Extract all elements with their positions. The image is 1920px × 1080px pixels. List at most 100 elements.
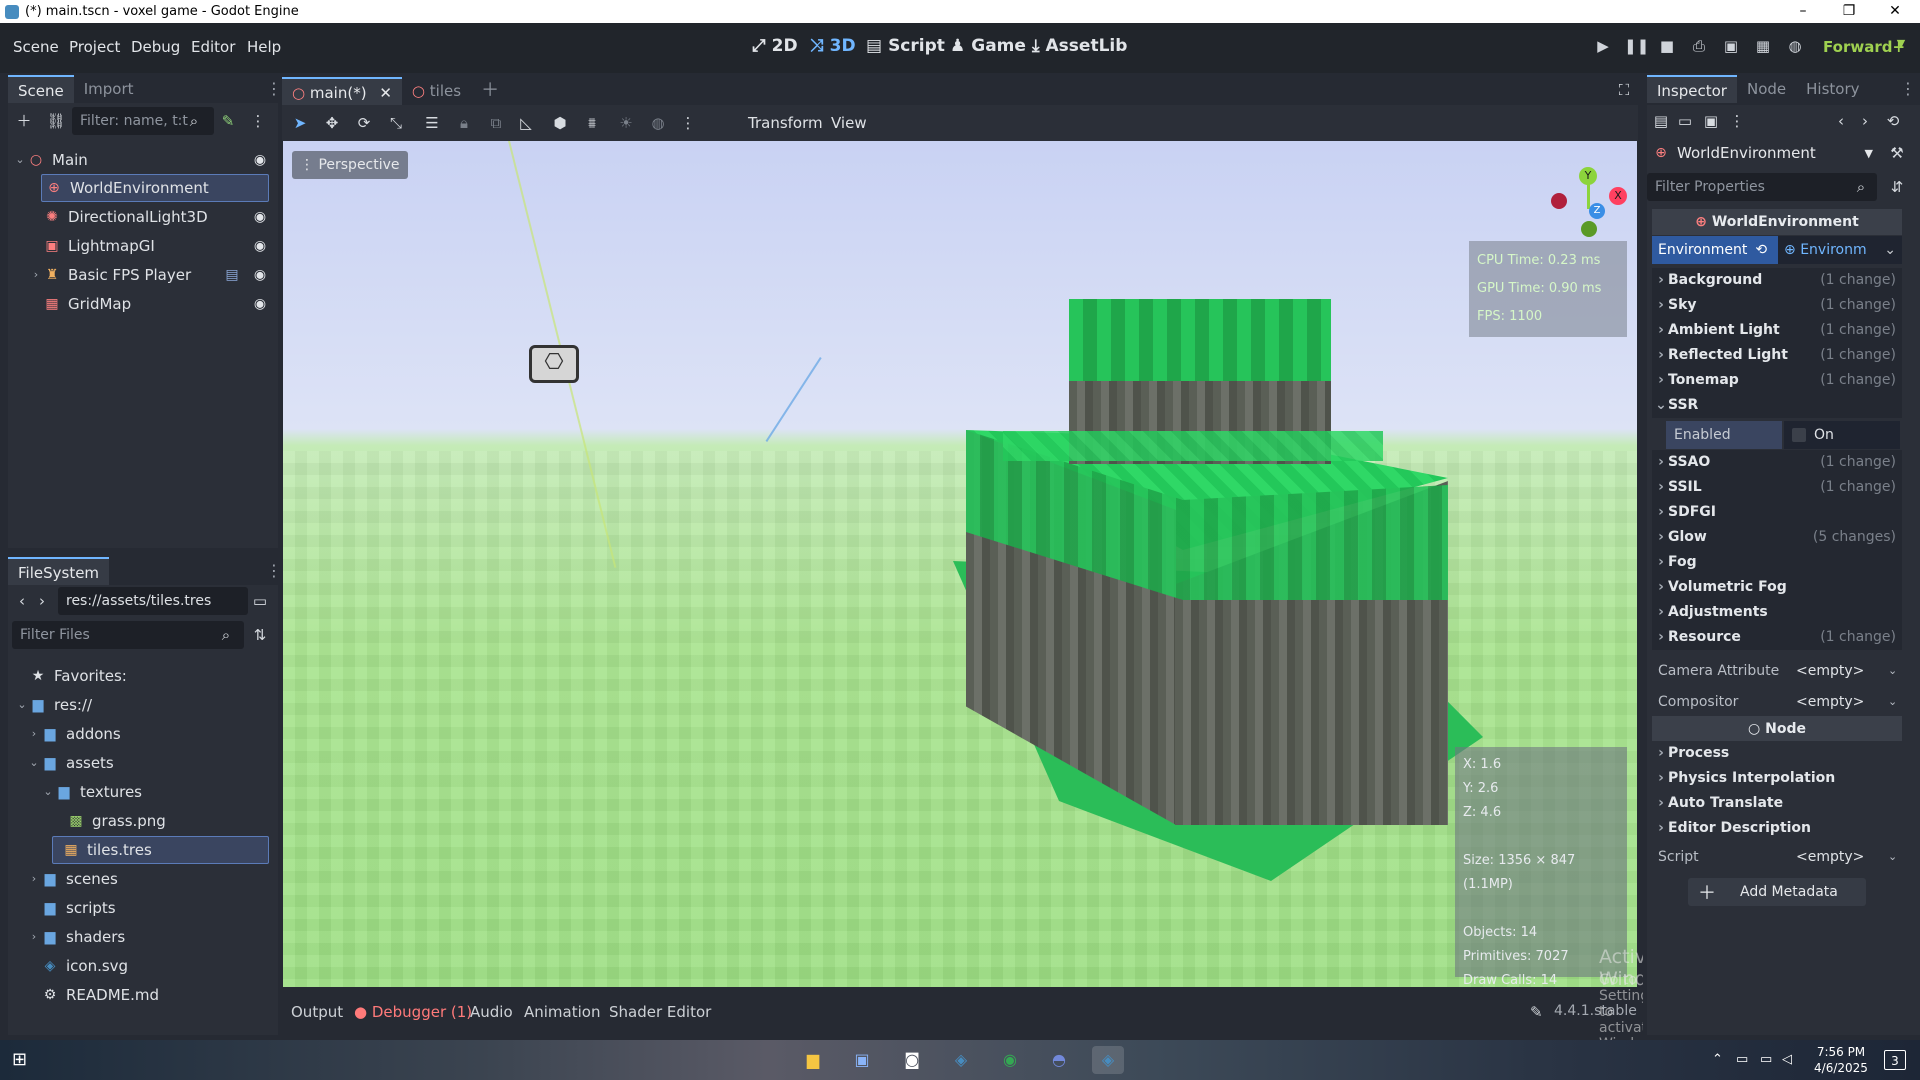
tab-node[interactable]: Node	[1737, 75, 1796, 103]
category-editor-description[interactable]: › Editor Description	[1652, 816, 1902, 841]
chevron-down-icon[interactable]: ⌄	[40, 778, 56, 806]
add-tab-icon[interactable]: ＋	[471, 77, 509, 105]
category-ssr[interactable]: ⌄SSR	[1652, 393, 1902, 418]
tab-filesystem[interactable]: FileSystem	[8, 557, 110, 585]
maximize-button[interactable]: ❐	[1826, 0, 1872, 23]
workspace-game-button[interactable]: ♟ Game	[950, 36, 1026, 56]
menu-scene[interactable]: Scene	[13, 38, 59, 56]
category-auto-translate[interactable]: › Auto Translate	[1652, 791, 1902, 816]
list-select-icon[interactable]: ☰	[422, 113, 442, 133]
chevron-right-icon[interactable]: ›	[28, 261, 44, 289]
chevron-right-icon[interactable]: ›	[26, 923, 42, 951]
category-adjustments[interactable]: › Adjustments	[1652, 600, 1902, 625]
close-tab-icon[interactable]: ✕	[379, 84, 392, 102]
transform-menu[interactable]: Transform	[748, 114, 823, 132]
stop-icon[interactable]: ■	[1656, 37, 1678, 59]
chevron-down-icon[interactable]: ⌄	[12, 146, 28, 174]
kebab-menu-icon[interactable]: ⋮	[266, 81, 282, 97]
sun-preview-icon[interactable]: ☀	[616, 113, 636, 133]
filter-properties-input[interactable]: Filter Properties	[1647, 173, 1877, 201]
link-icon[interactable]: ⛓	[46, 111, 66, 131]
ruler-icon[interactable]: ◺	[516, 113, 536, 133]
perspective-menu-button[interactable]: ⋮ Perspective	[292, 151, 408, 179]
tab-inspector[interactable]: Inspector	[1647, 75, 1737, 103]
tray-display-icon[interactable]: ▭	[1760, 1052, 1772, 1067]
category-volumetric-fog[interactable]: › Volumetric Fog	[1652, 575, 1902, 600]
fs-assets[interactable]: ⌄ ▆ assets	[26, 749, 113, 777]
kebab-menu-icon[interactable]: ⋮	[678, 113, 698, 133]
fs-shaders[interactable]: › ▆ shaders	[26, 923, 125, 951]
tray-volume-icon[interactable]: ◁	[1782, 1052, 1792, 1067]
ssr-enabled-checkbox[interactable]: On	[1784, 421, 1900, 449]
category-ssao[interactable]: › SSAO (1 change)	[1652, 450, 1902, 475]
chevron-right-icon[interactable]: ›	[26, 720, 42, 748]
file-explorer-icon[interactable]: ▆	[797, 1046, 829, 1074]
environment-preview-icon[interactable]: ◍	[648, 113, 668, 133]
tools-icon[interactable]: ⚒	[1887, 143, 1907, 163]
tree-item-gridmap[interactable]: ▦ GridMap	[44, 290, 264, 318]
filter-files-input[interactable]: Filter Files	[12, 621, 244, 649]
add-node-icon[interactable]: ＋	[14, 111, 34, 131]
category-sky[interactable]: › Sky (1 change)	[1652, 293, 1902, 318]
revert-icon[interactable]: ⟲	[1755, 242, 1767, 258]
shader-editor-tab[interactable]: Shader Editor	[609, 1003, 711, 1021]
tree-item-main[interactable]: ⌄ ○ Main	[12, 146, 274, 174]
kebab-menu-icon[interactable]: ⋮	[1727, 111, 1747, 131]
gizmo-y-handle[interactable]: Y	[1579, 167, 1597, 185]
visibility-eye-icon[interactable]: ◉	[252, 238, 268, 254]
tab-history[interactable]: History	[1796, 75, 1869, 103]
tab-import[interactable]: Import	[74, 75, 144, 103]
history-forward-icon[interactable]: ›	[1855, 111, 1875, 131]
tab-scene[interactable]: Scene	[8, 75, 74, 103]
close-window-button[interactable]: ✕	[1872, 0, 1918, 23]
select-tool-icon[interactable]: ➤	[290, 113, 310, 133]
environment-resource-picker[interactable]: ⊕ Environm ⌄	[1778, 236, 1902, 264]
chevron-down-icon[interactable]: ▼	[1890, 37, 1912, 59]
category-tonemap[interactable]: › Tonemap (1 change)	[1652, 368, 1902, 393]
split-view-icon[interactable]: ▭	[250, 591, 270, 611]
menu-debug[interactable]: Debug	[131, 38, 180, 56]
play-icon[interactable]: ▶	[1592, 37, 1614, 59]
tray-chevron-up-icon[interactable]: ⌃	[1712, 1052, 1723, 1067]
fs-textures[interactable]: ⌄ ▆ textures	[40, 778, 142, 806]
move-tool-icon[interactable]: ✥	[322, 113, 342, 133]
tree-item-fps-player[interactable]: › ♜ Basic FPS Player	[28, 261, 228, 289]
discord-icon[interactable]: ◓	[1043, 1046, 1075, 1074]
snap-icon[interactable]: ⩩	[582, 113, 602, 133]
rotate-tool-icon[interactable]: ⟳	[354, 113, 374, 133]
audio-tab[interactable]: Audio	[470, 1003, 513, 1021]
workspace-3d-button[interactable]: ⤨ 3D	[810, 36, 856, 56]
fs-res-root[interactable]: ⌄ ▆ res://	[14, 691, 92, 719]
category-reflected-light[interactable]: › Reflected Light (1 change)	[1652, 343, 1902, 368]
script-attached-icon[interactable]: ▤	[224, 267, 240, 283]
3d-viewport[interactable]: ⎔ ⋮ Perspective Y X Z CPU Time: 0.23 ms …	[283, 141, 1637, 987]
menu-project[interactable]: Project	[69, 38, 120, 56]
category-resource[interactable]: › Resource (1 change)	[1652, 625, 1902, 650]
taskbar-clock[interactable]: 7:56 PM 4/6/2025	[1804, 1044, 1878, 1076]
menu-editor[interactable]: Editor	[191, 38, 235, 56]
visibility-eye-icon[interactable]: ◉	[252, 296, 268, 312]
visibility-eye-icon[interactable]: ◉	[252, 267, 268, 283]
animation-tab[interactable]: Animation	[524, 1003, 600, 1021]
sort-properties-icon[interactable]: ⇵	[1887, 177, 1907, 197]
environment-property-row[interactable]: Environment ⟲ ⊕ Environm ⌄	[1652, 236, 1902, 264]
kebab-menu-icon[interactable]: ⋮	[266, 563, 282, 579]
script-row[interactable]: Script <empty> ⌄	[1652, 843, 1902, 871]
object-selector[interactable]: ⊕ WorldEnvironment ▼	[1647, 139, 1877, 167]
camera-gizmo-icon[interactable]: ⎔	[529, 345, 579, 383]
compositor-row[interactable]: Compositor <empty> ⌄	[1652, 688, 1902, 716]
minimize-button[interactable]: –	[1780, 0, 1826, 23]
workspace-assetlib-button[interactable]: ⤓ AssetLib	[1032, 36, 1127, 56]
tree-item-directional-light[interactable]: ✺ DirectionalLight3D	[44, 203, 264, 231]
category-physics-interpolation[interactable]: › Physics Interpolation	[1652, 766, 1902, 791]
category-process[interactable]: › Process	[1652, 741, 1902, 766]
fullscreen-icon[interactable]: ⛶	[1614, 80, 1634, 100]
workspace-2d-button[interactable]: ⤢ 2D	[752, 36, 798, 56]
fs-scripts[interactable]: ▆ scripts	[42, 894, 116, 922]
chrome-icon[interactable]: ◉	[994, 1046, 1026, 1074]
tab-tiles[interactable]: ○ tiles	[402, 77, 471, 105]
workspace-script-button[interactable]: ▤ Script	[866, 36, 945, 56]
group-icon[interactable]: ⧉	[486, 113, 506, 133]
category-glow[interactable]: › Glow (5 changes)	[1652, 525, 1902, 550]
play-scene-icon[interactable]: ▣	[1720, 37, 1742, 59]
